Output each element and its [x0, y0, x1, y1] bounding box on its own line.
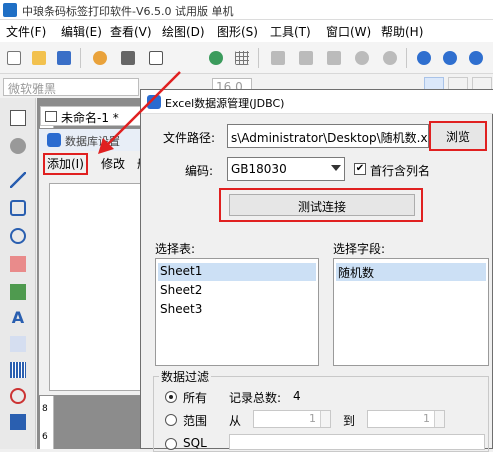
range-to-stepper[interactable] — [434, 411, 444, 427]
record-total-label: 记录总数: — [229, 391, 282, 405]
line-tool-icon[interactable] — [6, 168, 30, 192]
toolbar-divider — [258, 48, 259, 68]
shape-tool-icon[interactable] — [6, 384, 30, 408]
qrcode-tool-icon[interactable] — [6, 410, 30, 434]
document-tab[interactable]: 未命名-1 * — [40, 106, 146, 126]
menu-bar: 文件(F) 编辑(E) 查看(V) 绘图(D) 图形(S) 工具(T) 窗口(W… — [0, 20, 493, 42]
field-label: 选择字段: — [333, 242, 386, 256]
document-icon — [45, 111, 57, 122]
header-checkbox[interactable]: ✔ — [354, 163, 366, 175]
title-bar: 中琅条码标签打印软件-V6.5.0 试用版 单机 — [0, 0, 493, 20]
document-tab-label: 未命名-1 * — [61, 111, 119, 125]
database-icon — [47, 133, 61, 147]
encoding-select[interactable]: GB18030 — [227, 157, 345, 181]
menu-view[interactable]: 查看(V) — [110, 23, 152, 40]
database-icon — [147, 95, 161, 109]
field-item[interactable]: 随机数 — [336, 263, 486, 281]
print-preview-icon[interactable] — [146, 48, 166, 68]
header-checkbox-label: 首行含列名 — [370, 164, 431, 178]
sql-input[interactable] — [229, 434, 485, 450]
file-path-label: 文件路径: — [163, 131, 216, 145]
font-name-select[interactable]: 微软雅黑 — [3, 78, 139, 96]
add-button[interactable]: 添加(I) — [43, 153, 88, 175]
record-total-value: 4 — [293, 389, 301, 403]
dialog-title-bar: Excel数据源管理(JDBC) — [141, 90, 493, 114]
rectangle-tool-icon[interactable] — [6, 196, 30, 220]
test-connection-button[interactable]: 测试连接 — [229, 194, 415, 216]
menu-shape[interactable]: 图形(S) — [217, 23, 258, 40]
datasource-list[interactable] — [49, 183, 145, 391]
menu-edit[interactable]: 编辑(E) — [61, 23, 102, 40]
new-file-icon[interactable] — [4, 48, 24, 68]
range-from-stepper[interactable] — [320, 411, 330, 427]
main-toolbar — [0, 42, 493, 114]
open-folder-icon[interactable] — [29, 48, 49, 68]
zoom-fit-icon[interactable] — [466, 48, 486, 68]
toolbar-divider — [406, 48, 407, 68]
image-tool-icon[interactable] — [6, 252, 30, 276]
data-source-icon[interactable] — [206, 48, 226, 68]
menu-file[interactable]: 文件(F) — [6, 23, 46, 40]
table-item[interactable]: Sheet2 — [158, 282, 204, 300]
dialog-title: Excel数据源管理(JDBC) — [165, 97, 285, 110]
window-title: 中琅条码标签打印软件-V6.5.0 试用版 单机 — [22, 5, 234, 18]
filter-sql-radio[interactable] — [165, 438, 177, 450]
browse-button[interactable]: 浏览 — [429, 121, 487, 151]
copy-icon[interactable] — [296, 48, 316, 68]
barcode-tool-icon[interactable] — [6, 358, 30, 382]
chevron-down-icon — [331, 165, 341, 171]
menu-tools[interactable]: 工具(T) — [270, 23, 311, 40]
table-label: 选择表: — [155, 242, 196, 256]
menu-window[interactable]: 窗口(W) — [326, 23, 371, 40]
field-list[interactable]: 随机数 — [333, 258, 489, 366]
filter-all-radio[interactable] — [165, 391, 177, 403]
cut-icon[interactable] — [268, 48, 288, 68]
save-icon[interactable] — [54, 48, 74, 68]
filter-range-radio[interactable] — [165, 414, 177, 426]
picture-tool-icon[interactable] — [6, 280, 30, 304]
table-list[interactable]: Sheet1 Sheet2 Sheet3 — [155, 258, 319, 366]
range-from-label: 从 — [229, 414, 242, 428]
edit-button[interactable]: 修改 — [101, 155, 125, 172]
filter-all-label: 所有 — [183, 391, 208, 405]
select-arrow-icon[interactable] — [6, 106, 30, 130]
dialog-title-bar: 数据库设置 — [39, 129, 149, 151]
zoom-out-icon[interactable] — [440, 48, 460, 68]
dialog-title: 数据库设置 — [65, 135, 120, 148]
drawing-toolbox: A — [0, 98, 36, 449]
pan-tool-icon[interactable] — [6, 134, 30, 158]
table-item[interactable]: Sheet3 — [158, 301, 204, 319]
menu-draw[interactable]: 绘图(D) — [162, 23, 205, 40]
ellipse-tool-icon[interactable] — [6, 224, 30, 248]
menu-help[interactable]: 帮助(H) — [381, 23, 423, 40]
ruler-mark: 6 — [42, 432, 48, 442]
filter-sql-label: SQL — [183, 436, 207, 450]
zoom-in-icon[interactable] — [414, 48, 434, 68]
settings-gear-icon[interactable] — [90, 48, 110, 68]
app-logo-icon — [3, 3, 17, 17]
filter-range-label: 范围 — [183, 414, 208, 428]
file-path-input[interactable]: s\Administrator\Desktop\随机数.xls — [227, 124, 429, 148]
toolbar-divider — [80, 48, 81, 68]
paste-icon[interactable] — [324, 48, 344, 68]
filter-group-label: 数据过滤 — [159, 368, 212, 385]
database-settings-dialog: 数据库设置 添加(I) 修改 册 — [38, 128, 150, 396]
ruler-mark: 8 — [42, 404, 48, 414]
undo-icon[interactable] — [352, 48, 372, 68]
redo-icon[interactable] — [380, 48, 400, 68]
rich-text-tool-icon[interactable] — [6, 332, 30, 356]
grid-icon[interactable] — [232, 48, 252, 68]
text-tool-icon[interactable]: A — [6, 306, 30, 330]
encoding-label: 编码: — [185, 164, 214, 178]
excel-datasource-dialog: Excel数据源管理(JDBC) 文件路径: s\Administrator\D… — [140, 89, 493, 452]
range-to-label: 到 — [343, 414, 356, 428]
table-item[interactable]: Sheet1 — [158, 263, 316, 281]
print-icon[interactable] — [118, 48, 138, 68]
